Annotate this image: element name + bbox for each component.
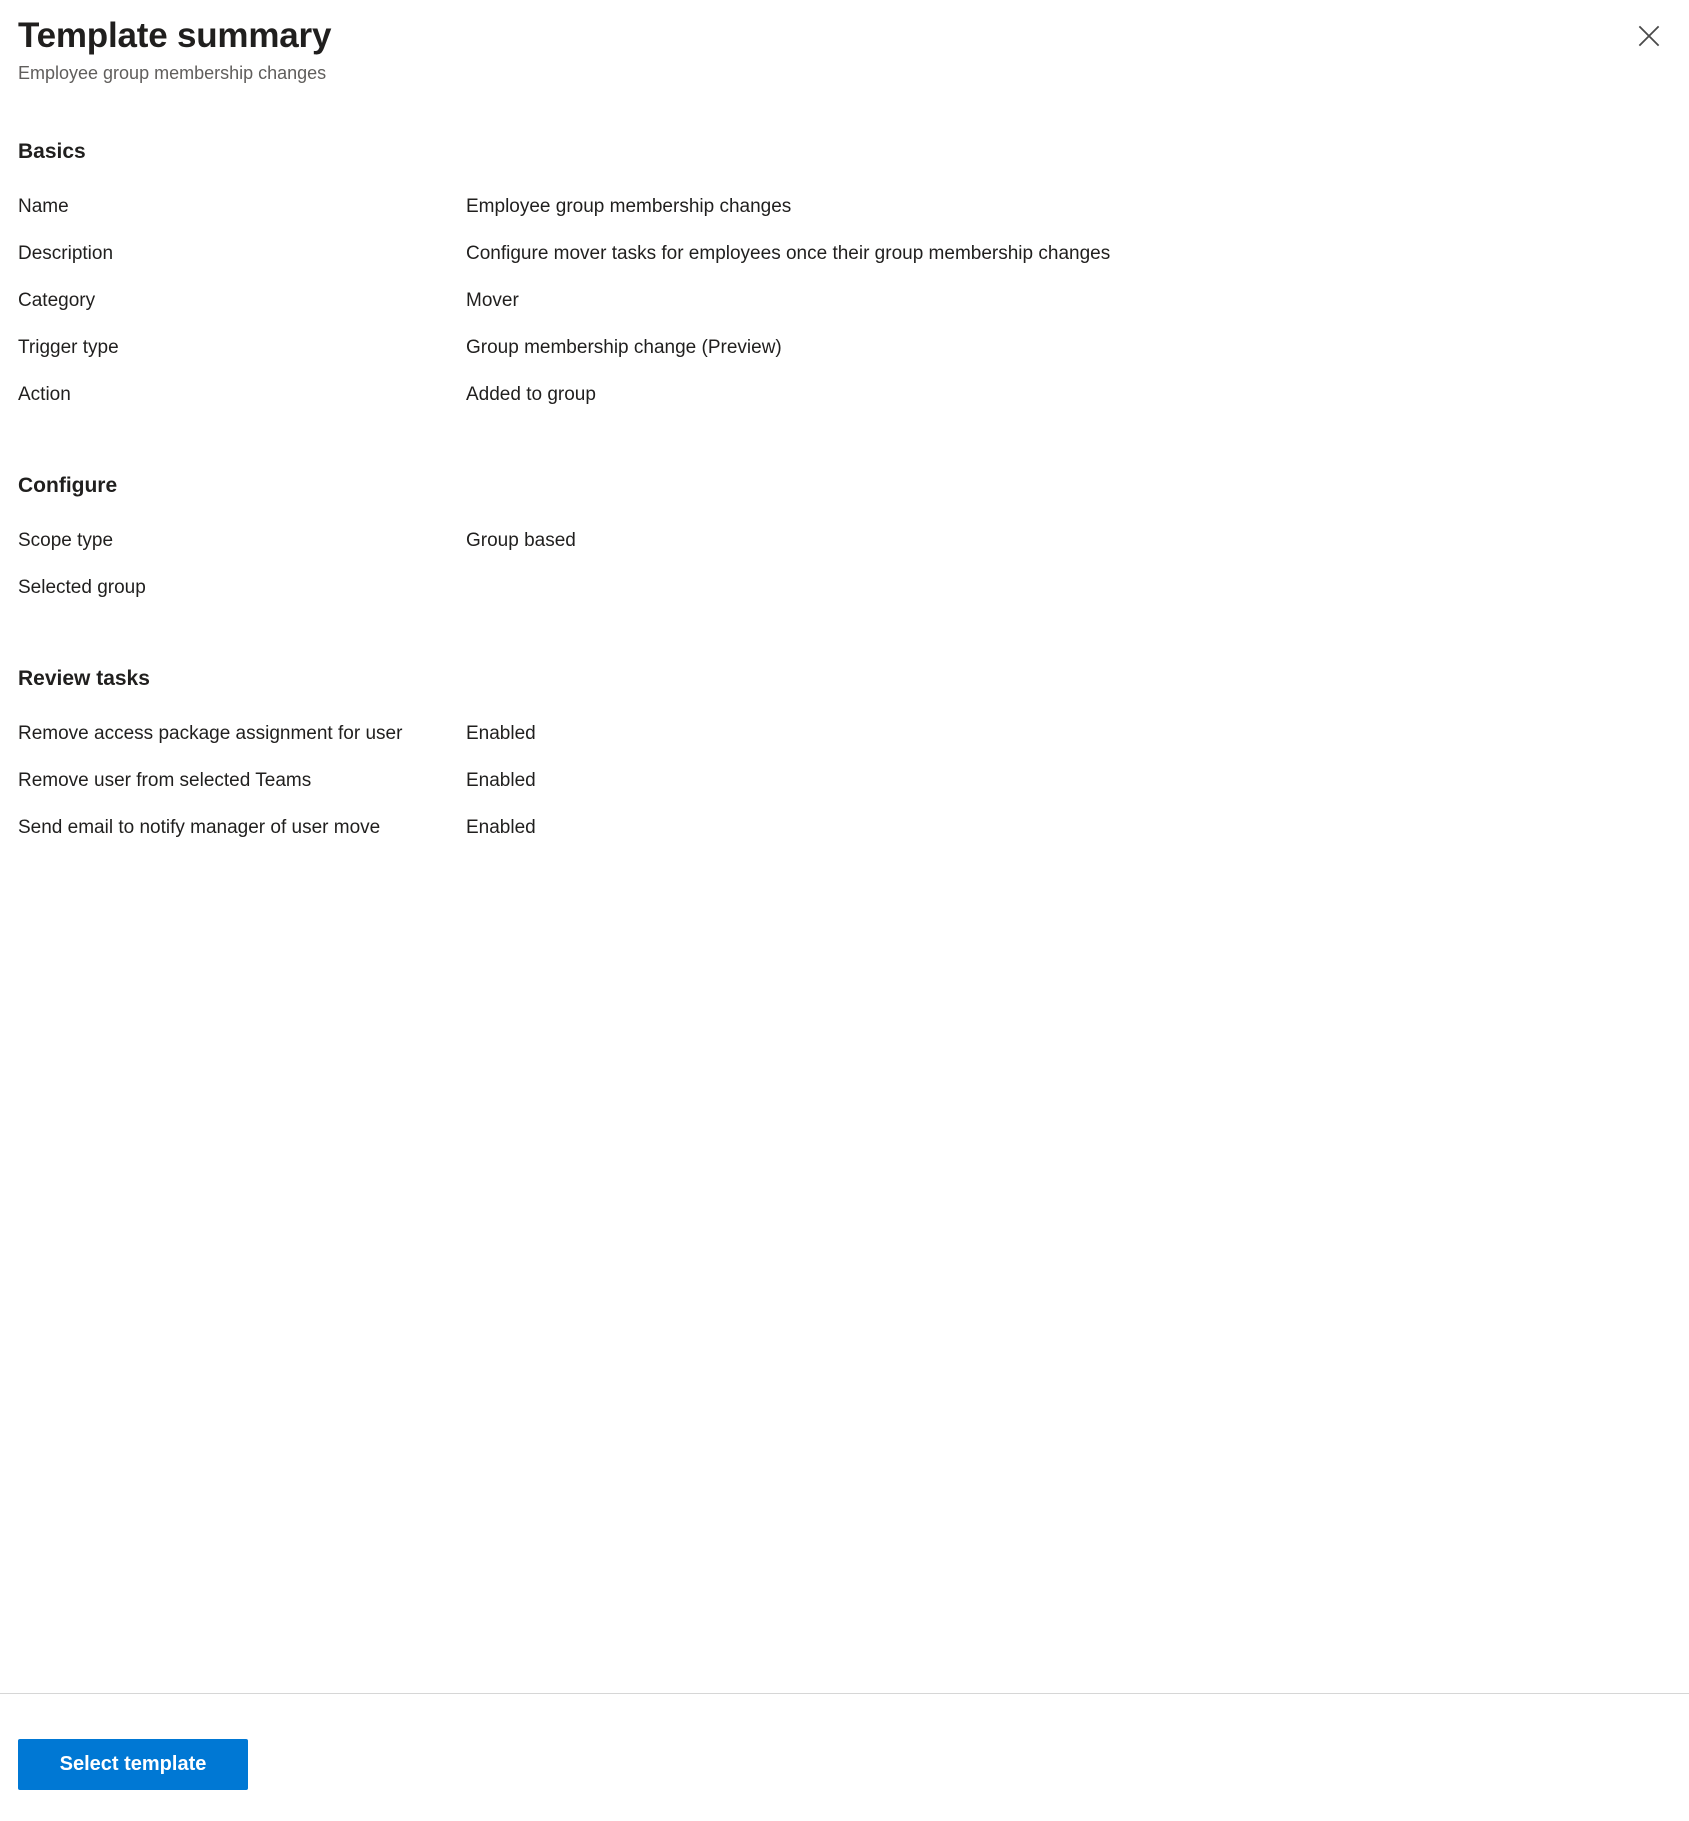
row-label-send-email-notify-manager: Send email to notify manager of user mov…: [18, 817, 381, 838]
section-review-tasks: Review tasks Remove access package assig…: [18, 665, 1671, 851]
close-icon: [1638, 25, 1660, 47]
row-label-trigger-type: Trigger type: [18, 337, 119, 358]
summary-row: Trigger type Group membership change (Pr…: [18, 324, 1671, 371]
row-label-remove-user-from-teams: Remove user from selected Teams: [18, 770, 312, 791]
summary-row: Action Added to group: [18, 371, 1671, 418]
row-label-remove-access-package-assignment: Remove access package assignment for use…: [18, 723, 403, 744]
summary-row: Remove user from selected Teams Enabled: [18, 757, 1671, 804]
row-label-scope-type: Scope type: [18, 530, 114, 551]
row-value-remove-access-package-assignment: Enabled: [466, 723, 536, 744]
section-heading-configure: Configure: [18, 474, 118, 497]
row-value-send-email-notify-manager: Enabled: [466, 817, 536, 838]
row-value-trigger-type: Group membership change (Preview): [466, 337, 782, 358]
summary-row: Category Mover: [18, 277, 1671, 324]
page-subtitle: Employee group membership changes: [18, 63, 327, 83]
row-label-category: Category: [18, 290, 96, 311]
summary-row: Send email to notify manager of user mov…: [18, 804, 1671, 851]
row-label-name: Name: [18, 196, 69, 217]
row-value-action: Added to group: [466, 384, 596, 405]
page-title: Template summary: [18, 16, 332, 55]
row-value-remove-user-from-teams: Enabled: [466, 770, 536, 791]
section-heading-basics: Basics: [18, 140, 86, 163]
select-template-button[interactable]: Select template: [18, 1739, 248, 1790]
summary-row: Name Employee group membership changes: [18, 183, 1671, 230]
row-label-description: Description: [18, 243, 114, 264]
summary-row: Scope type Group based: [18, 517, 1671, 564]
basics-rows: Name Employee group membership changes D…: [18, 183, 1671, 418]
section-configure: Configure Scope type Group based Selecte…: [18, 472, 1671, 611]
blade-footer: Select template: [0, 1693, 1689, 1821]
summary-row: Selected group: [18, 564, 1671, 611]
configure-rows: Scope type Group based Selected group: [18, 517, 1671, 611]
row-value-scope-type: Group based: [466, 530, 576, 551]
summary-row: Remove access package assignment for use…: [18, 710, 1671, 757]
summary-row: Description Configure mover tasks for em…: [18, 230, 1671, 277]
row-label-action: Action: [18, 384, 71, 405]
row-value-name: Employee group membership changes: [466, 196, 792, 217]
close-button[interactable]: [1627, 14, 1671, 58]
blade-header: Template summary Employee group membersh…: [0, 0, 1689, 86]
section-basics: Basics Name Employee group membership ch…: [18, 138, 1671, 418]
row-label-selected-group: Selected group: [18, 577, 146, 598]
section-heading-review-tasks: Review tasks: [18, 667, 150, 690]
summary-content: Basics Name Employee group membership ch…: [0, 86, 1689, 1693]
row-value-category: Mover: [466, 290, 519, 311]
template-summary-blade: Template summary Employee group membersh…: [0, 0, 1689, 1821]
review-tasks-rows: Remove access package assignment for use…: [18, 710, 1671, 851]
row-value-description: Configure mover tasks for employees once…: [466, 243, 1111, 264]
